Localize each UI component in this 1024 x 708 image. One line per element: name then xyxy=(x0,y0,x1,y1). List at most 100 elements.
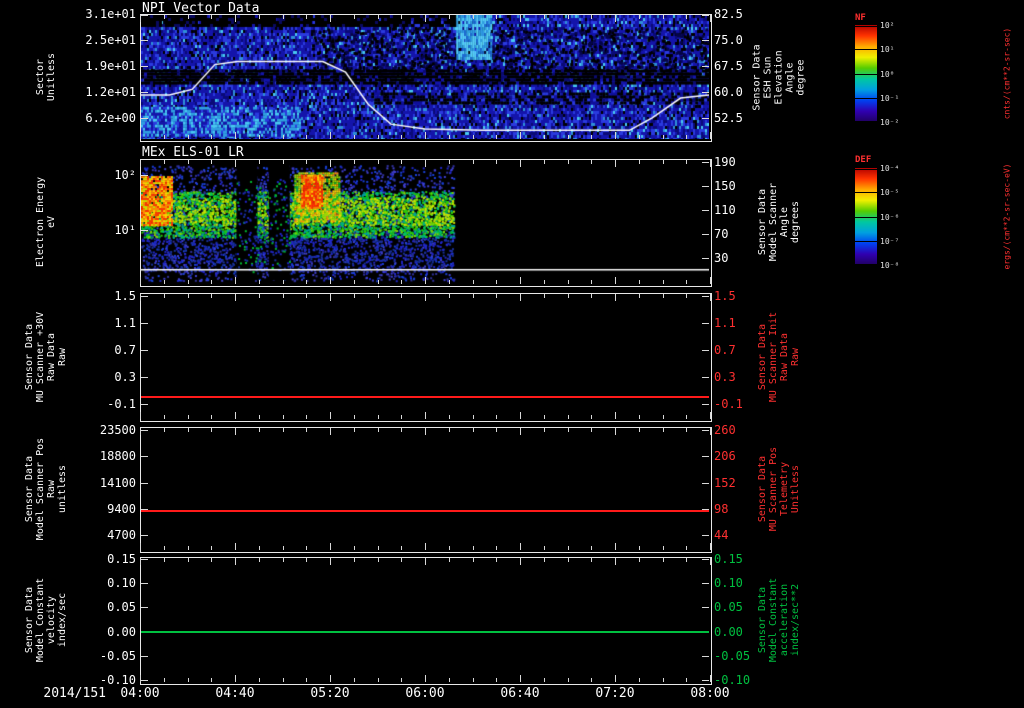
x-tick-mark xyxy=(163,415,165,419)
panel-title-els: MEx ELS-01 LR xyxy=(142,145,244,160)
x-tick-mark xyxy=(615,558,616,565)
x-tick-mark xyxy=(472,135,474,139)
x-tick-mark xyxy=(401,15,403,19)
x-tick-mark xyxy=(140,277,141,284)
npi-vector-spectrogram xyxy=(141,15,709,139)
x-tick-mark xyxy=(472,428,474,432)
x-tick-mark xyxy=(306,135,308,139)
model-scanner-pos-left-tick-label: 18800 xyxy=(99,449,136,464)
model-scanner-pos-left-tick-label: 14100 xyxy=(99,475,136,490)
y-tick-mark xyxy=(141,607,148,609)
x-tick-mark xyxy=(662,428,664,432)
x-tick-mark xyxy=(472,15,474,19)
x-tick-mark xyxy=(686,558,688,562)
npi-vector-left-tick-label: 2.5e+01 xyxy=(85,32,136,47)
x-tick-mark xyxy=(377,294,379,298)
x-tick-mark xyxy=(211,415,213,419)
x-tick-mark xyxy=(187,415,189,419)
x-tick-mark xyxy=(330,428,331,435)
x-tick-mark xyxy=(567,135,569,139)
x-tick-mark xyxy=(330,277,331,284)
nf-colorbar-tick-mark xyxy=(855,73,877,75)
x-tick-mark xyxy=(258,546,260,550)
model-scanner-pos-data-line xyxy=(141,509,709,512)
x-tick-mark xyxy=(686,546,688,550)
x-tick-mark xyxy=(710,277,711,284)
x-tick-mark xyxy=(543,15,545,19)
y-tick-mark xyxy=(141,535,148,537)
model-constant-left-tick-label: 0.10 xyxy=(107,576,136,591)
x-tick-mark xyxy=(520,428,521,435)
y-tick-mark xyxy=(141,429,148,431)
x-tick-mark xyxy=(258,294,260,298)
x-tick-mark xyxy=(306,678,308,682)
x-tick-mark xyxy=(163,15,165,19)
x-tick-mark xyxy=(401,160,403,164)
x-tick-mark xyxy=(472,546,474,550)
def-colorbar-tick-mark xyxy=(855,216,877,218)
y-tick-mark xyxy=(141,229,148,231)
x-tick-mark xyxy=(520,558,521,565)
x-tick-mark xyxy=(638,428,640,432)
y-tick-mark xyxy=(702,39,709,41)
x-tick-mark xyxy=(425,428,426,435)
y-tick-mark xyxy=(702,535,709,537)
y-tick-mark xyxy=(702,679,709,681)
model-scanner-pos-left-tick-label: 23500 xyxy=(99,422,136,437)
def-colorbar-tick-label: 10⁻⁵ xyxy=(880,188,900,198)
x-tick-mark xyxy=(496,415,498,419)
x-tick-mark xyxy=(496,160,498,164)
x-axis-tick-label: 07:20 xyxy=(595,686,635,701)
x-tick-mark xyxy=(235,543,236,550)
x-tick-mark xyxy=(353,546,355,550)
x-tick-mark xyxy=(187,280,189,284)
x-tick-mark xyxy=(163,294,165,298)
y-tick-mark xyxy=(702,162,709,164)
x-tick-mark xyxy=(591,135,593,139)
x-tick-mark xyxy=(591,280,593,284)
x-tick-mark xyxy=(615,294,616,301)
y-tick-mark xyxy=(702,559,709,561)
x-tick-mark xyxy=(282,160,284,164)
y-tick-mark xyxy=(702,258,709,260)
y-tick-mark xyxy=(702,233,709,235)
x-tick-mark xyxy=(163,428,165,432)
x-tick-mark xyxy=(448,546,450,550)
y-tick-mark xyxy=(141,117,148,119)
mu-scanner-30v-left-tick-label: 0.3 xyxy=(114,369,136,384)
x-tick-mark xyxy=(615,412,616,419)
x-tick-mark xyxy=(377,135,379,139)
x-tick-mark xyxy=(662,294,664,298)
x-tick-mark xyxy=(520,675,521,682)
x-tick-mark xyxy=(591,15,593,19)
x-tick-mark xyxy=(543,280,545,284)
x-tick-mark xyxy=(567,280,569,284)
x-tick-mark xyxy=(496,546,498,550)
model-constant-left-axis-label-line: index/sec xyxy=(57,592,68,648)
x-tick-mark xyxy=(235,294,236,301)
x-tick-mark xyxy=(377,678,379,682)
x-tick-mark xyxy=(591,428,593,432)
x-tick-mark xyxy=(235,132,236,139)
x-tick-mark xyxy=(520,412,521,419)
x-tick-mark xyxy=(543,428,545,432)
def-unit-label-line: ergs/(cm**2-sr-sec-eV) xyxy=(1002,163,1012,270)
x-tick-mark xyxy=(187,546,189,550)
x-tick-mark xyxy=(567,678,569,682)
model-constant-right-axis-label: Sensor Data Model Constant acceleration ind… xyxy=(757,480,801,708)
x-tick-mark xyxy=(448,135,450,139)
x-tick-mark xyxy=(591,294,593,298)
x-tick-mark xyxy=(187,294,189,298)
x-tick-mark xyxy=(258,280,260,284)
x-tick-mark xyxy=(282,15,284,19)
x-tick-mark xyxy=(425,132,426,139)
x-tick-mark xyxy=(140,412,141,419)
x-tick-mark xyxy=(163,558,165,562)
x-tick-mark xyxy=(472,294,474,298)
x-tick-mark xyxy=(377,546,379,550)
model-constant-right-axis-label-line: Model Constant xyxy=(768,577,779,663)
x-tick-mark xyxy=(662,15,664,19)
y-tick-mark xyxy=(702,403,709,405)
x-tick-mark xyxy=(615,543,616,550)
x-tick-mark xyxy=(686,294,688,298)
